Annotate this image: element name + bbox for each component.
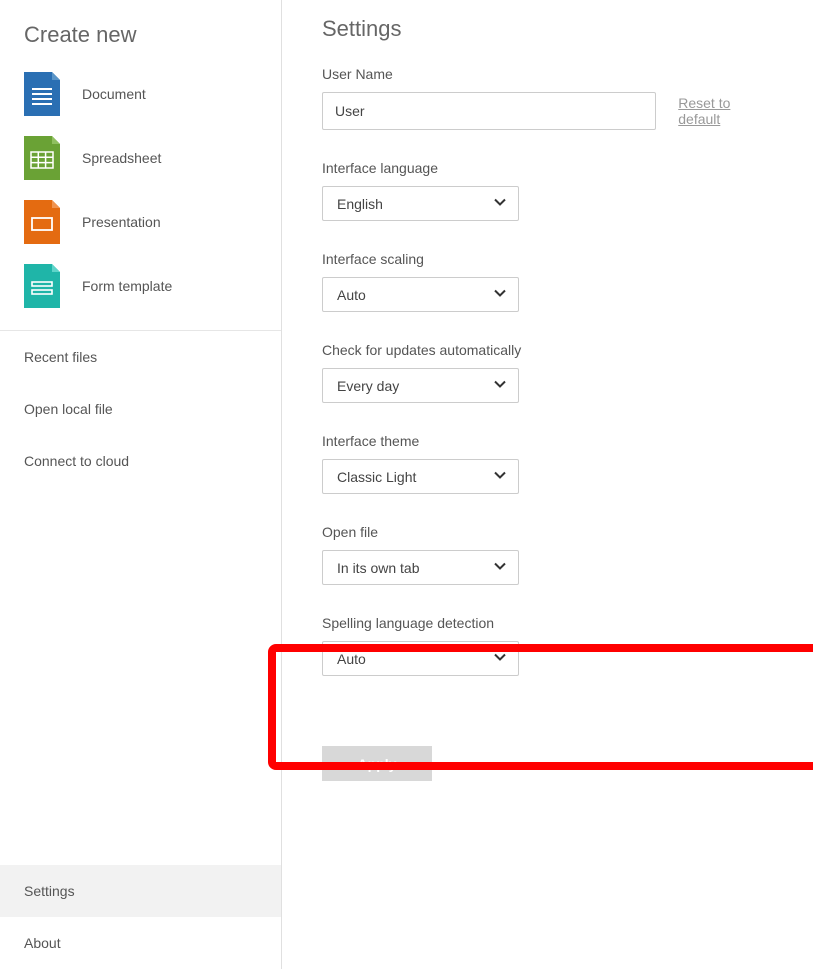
recent-files-link[interactable]: Recent files <box>0 331 281 383</box>
scaling-select[interactable]: Auto <box>322 277 519 312</box>
form-template-icon <box>24 264 60 308</box>
updates-group: Check for updates automatically Every da… <box>322 342 773 403</box>
presentation-icon <box>24 200 60 244</box>
open-local-file-link[interactable]: Open local file <box>0 383 281 435</box>
spelling-group: Spelling language detection Auto <box>322 615 773 676</box>
create-form-template-label: Form template <box>82 278 172 294</box>
create-document-label: Document <box>82 86 146 102</box>
sidebar: Create new Document <box>0 0 282 969</box>
create-presentation[interactable]: Presentation <box>0 190 281 254</box>
connect-to-cloud-link[interactable]: Connect to cloud <box>0 435 281 487</box>
username-input[interactable] <box>322 92 656 130</box>
sidebar-settings[interactable]: Settings <box>0 865 281 917</box>
scaling-group: Interface scaling Auto <box>322 251 773 312</box>
settings-panel: Settings User Name Reset to default Inte… <box>282 0 813 969</box>
openfile-select[interactable]: In its own tab <box>322 550 519 585</box>
create-presentation-label: Presentation <box>82 214 161 230</box>
language-label: Interface language <box>322 160 773 176</box>
language-select[interactable]: English <box>322 186 519 221</box>
sidebar-heading: Create new <box>0 16 281 62</box>
create-document[interactable]: Document <box>0 62 281 126</box>
scaling-label: Interface scaling <box>322 251 773 267</box>
theme-select[interactable]: Classic Light <box>322 459 519 494</box>
spreadsheet-icon <box>24 136 60 180</box>
create-spreadsheet-label: Spreadsheet <box>82 150 161 166</box>
updates-label: Check for updates automatically <box>322 342 773 358</box>
sidebar-links-section: Recent files Open local file Connect to … <box>0 331 281 487</box>
sidebar-spacer <box>0 487 281 865</box>
page-title: Settings <box>322 16 773 42</box>
sidebar-about[interactable]: About <box>0 917 281 969</box>
spelling-select[interactable]: Auto <box>322 641 519 676</box>
language-group: Interface language English <box>322 160 773 221</box>
theme-label: Interface theme <box>322 433 773 449</box>
spelling-label: Spelling language detection <box>322 615 773 631</box>
username-group: User Name Reset to default <box>322 66 773 130</box>
create-new-section: Create new Document <box>0 0 281 330</box>
openfile-group: Open file In its own tab <box>322 524 773 585</box>
updates-select[interactable]: Every day <box>322 368 519 403</box>
username-label: User Name <box>322 66 773 82</box>
reset-to-default-link[interactable]: Reset to default <box>678 95 773 127</box>
theme-group: Interface theme Classic Light <box>322 433 773 494</box>
create-form-template[interactable]: Form template <box>0 254 281 318</box>
apply-button[interactable]: Apply <box>322 746 432 781</box>
document-icon <box>24 72 60 116</box>
create-spreadsheet[interactable]: Spreadsheet <box>0 126 281 190</box>
openfile-label: Open file <box>322 524 773 540</box>
